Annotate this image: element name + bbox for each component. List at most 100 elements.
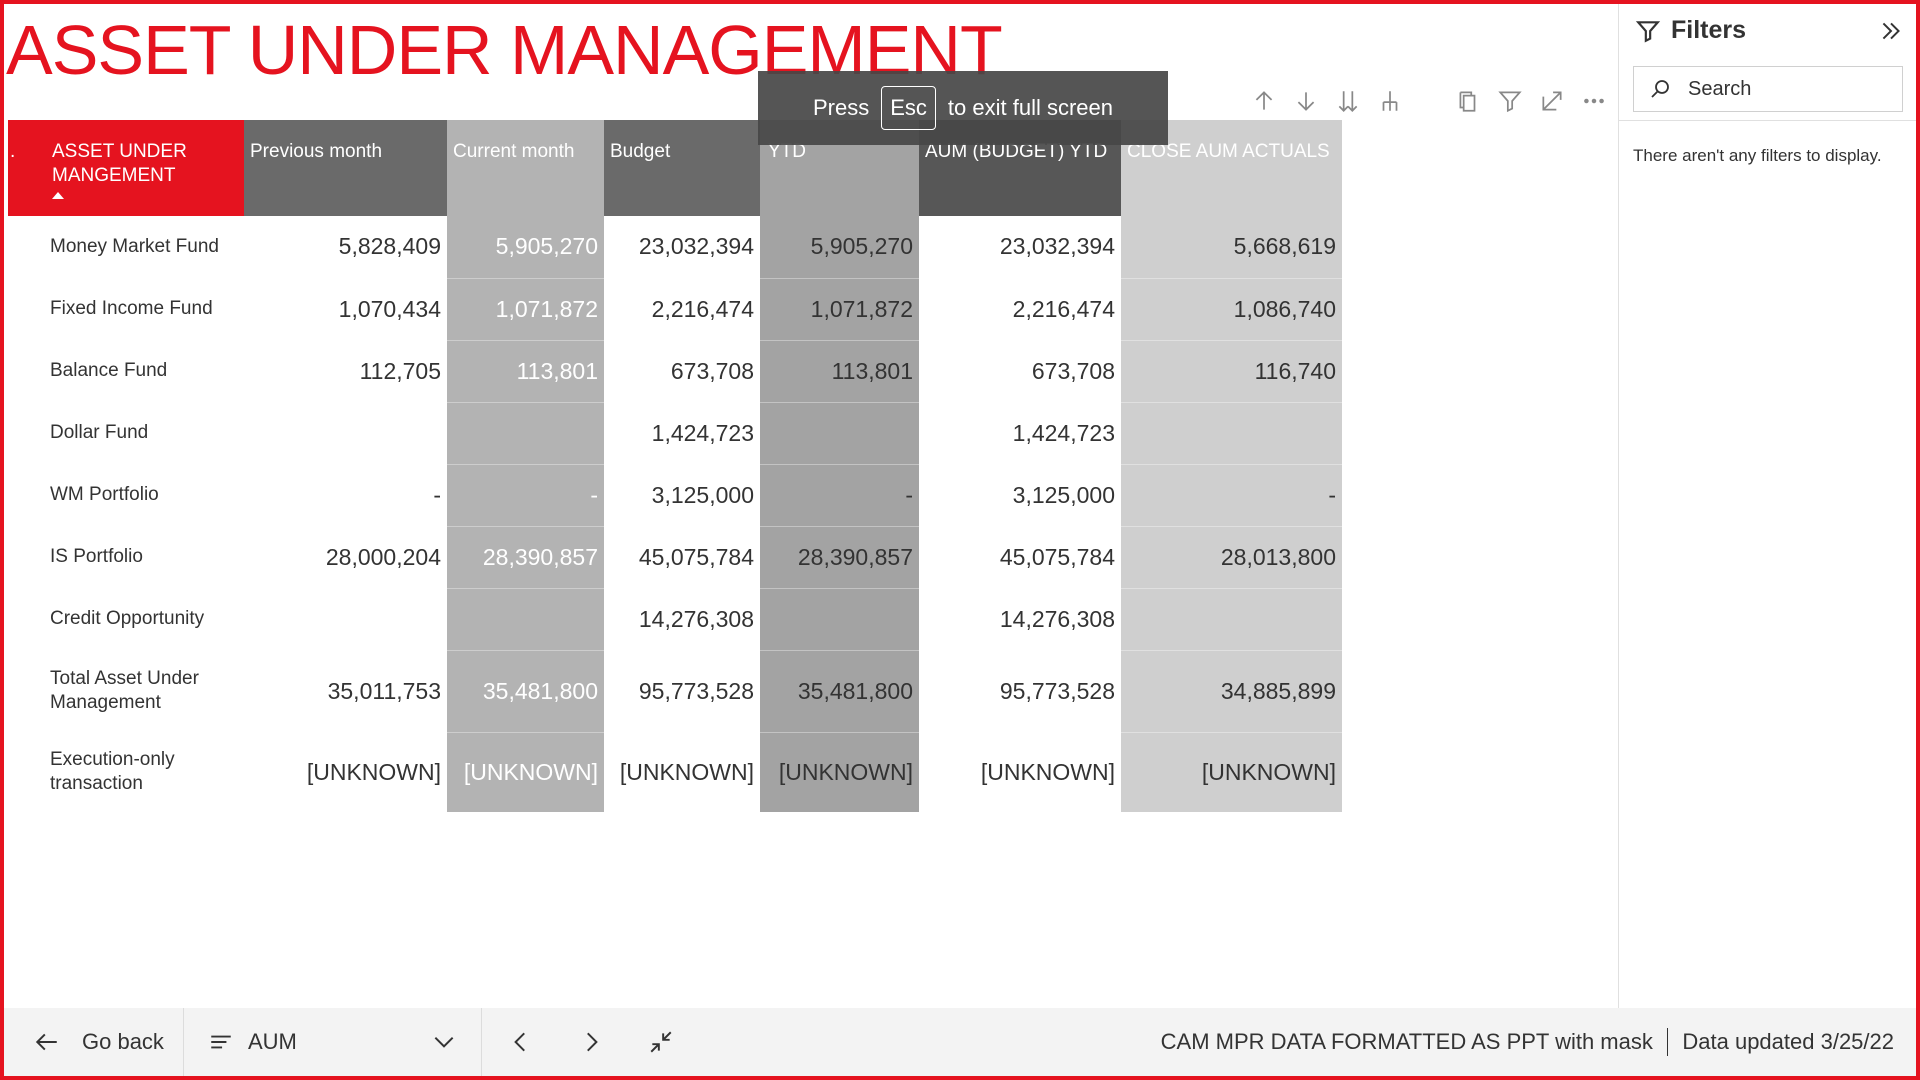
- row-gutter-cell: [8, 402, 44, 465]
- value-cell[interactable]: [1121, 402, 1342, 465]
- value-cell[interactable]: 28,000,204: [244, 526, 447, 589]
- arrow-down-icon[interactable]: [1292, 87, 1320, 115]
- value-cell[interactable]: [UNKNOWN]: [919, 732, 1121, 813]
- value-cell[interactable]: 1,071,872: [447, 278, 604, 341]
- value-cell[interactable]: -: [1121, 464, 1342, 527]
- expand-hierarchy-icon[interactable]: [1376, 87, 1404, 115]
- value-cell[interactable]: 28,390,857: [760, 526, 919, 589]
- row-header-cell[interactable]: WM Portfolio: [44, 464, 244, 527]
- row-header-cell[interactable]: Dollar Fund: [44, 402, 244, 465]
- value-cell[interactable]: 34,885,899: [1121, 650, 1342, 733]
- filter-funnel-icon: [1635, 20, 1661, 43]
- value-cell[interactable]: [UNKNOWN]: [244, 732, 447, 813]
- row-gutter-cell: [8, 526, 44, 589]
- row-gutter-cell: [8, 732, 44, 813]
- value-cell[interactable]: 95,773,528: [604, 650, 760, 733]
- value-cell[interactable]: [244, 402, 447, 465]
- more-options-icon[interactable]: [1580, 87, 1608, 115]
- value-cell[interactable]: 35,011,753: [244, 650, 447, 733]
- value-cell[interactable]: 45,075,784: [604, 526, 760, 589]
- value-cell[interactable]: [244, 588, 447, 651]
- value-cell[interactable]: 28,390,857: [447, 526, 604, 589]
- exit-fullscreen-toast: Press Esc to exit full screen: [758, 71, 1168, 145]
- double-arrow-down-icon[interactable]: [1334, 87, 1362, 115]
- value-cell[interactable]: 112,705: [244, 340, 447, 403]
- filter-search-input[interactable]: [1688, 77, 1888, 101]
- value-cell[interactable]: -: [760, 464, 919, 527]
- value-cell[interactable]: [UNKNOWN]: [760, 732, 919, 813]
- value-cell[interactable]: 113,801: [760, 340, 919, 403]
- value-cell[interactable]: 5,905,270: [447, 216, 604, 279]
- value-cell[interactable]: 1,070,434: [244, 278, 447, 341]
- previous-page-icon[interactable]: [508, 1029, 534, 1055]
- value-cell[interactable]: 3,125,000: [919, 464, 1121, 527]
- row-header-cell[interactable]: Total Asset Under Management: [44, 650, 244, 733]
- toast-press-text: Press: [812, 95, 870, 120]
- collapse-filters-button[interactable]: [1878, 18, 1904, 44]
- value-cell[interactable]: 1,424,723: [919, 402, 1121, 465]
- value-cell[interactable]: 5,668,619: [1121, 216, 1342, 279]
- value-cell[interactable]: [1121, 588, 1342, 651]
- page-selector-dropdown[interactable]: AUM: [184, 1008, 482, 1076]
- value-cell[interactable]: 5,905,270: [760, 216, 919, 279]
- value-cell[interactable]: 23,032,394: [604, 216, 760, 279]
- value-cell[interactable]: -: [447, 464, 604, 527]
- value-cell[interactable]: [UNKNOWN]: [447, 732, 604, 813]
- sort-ascending-icon: [52, 192, 64, 199]
- value-cell[interactable]: 23,032,394: [919, 216, 1121, 279]
- value-cell[interactable]: 116,740: [1121, 340, 1342, 403]
- row-header-cell[interactable]: Money Market Fund: [44, 216, 244, 279]
- row-header-cell[interactable]: Execution-only transaction: [44, 732, 244, 813]
- esc-key-badge: Esc: [881, 86, 936, 130]
- column-header-current-month[interactable]: Current month: [447, 120, 604, 216]
- no-filters-message: There aren't any filters to display.: [1633, 146, 1882, 165]
- column-header-previous-month[interactable]: Previous month: [244, 120, 447, 216]
- value-cell[interactable]: 35,481,800: [447, 650, 604, 733]
- table-row: Dollar Fund 1,424,723 1,424,723: [8, 402, 1342, 465]
- bottom-navigation-bar: Go back AUM CAM MPR DATA FORMATTED AS PP…: [4, 1008, 1916, 1076]
- value-cell[interactable]: 673,708: [604, 340, 760, 403]
- aum-matrix-table: . ASSET UNDER MANGEMENT Previous month C…: [8, 120, 1342, 813]
- value-cell[interactable]: 5,828,409: [244, 216, 447, 279]
- column-header-budget[interactable]: Budget: [604, 120, 760, 216]
- row-header-cell[interactable]: IS Portfolio: [44, 526, 244, 589]
- go-back-label: Go back: [82, 1029, 164, 1054]
- chevron-double-right-icon: [1882, 22, 1900, 40]
- next-page-icon[interactable]: [578, 1029, 604, 1055]
- row-header-cell[interactable]: Fixed Income Fund: [44, 278, 244, 341]
- value-cell[interactable]: [UNKNOWN]: [1121, 732, 1342, 813]
- value-cell[interactable]: 1,424,723: [604, 402, 760, 465]
- value-cell[interactable]: [447, 402, 604, 465]
- value-cell[interactable]: 95,773,528: [919, 650, 1121, 733]
- filter-search-box[interactable]: [1633, 66, 1903, 112]
- focus-mode-icon[interactable]: [1538, 87, 1566, 115]
- value-cell[interactable]: 2,216,474: [604, 278, 760, 341]
- value-cell[interactable]: 14,276,308: [919, 588, 1121, 651]
- value-cell[interactable]: 14,276,308: [604, 588, 760, 651]
- value-cell[interactable]: 673,708: [919, 340, 1121, 403]
- table-row: Credit Opportunity 14,276,308 14,276,308: [8, 588, 1342, 651]
- value-cell[interactable]: [760, 402, 919, 465]
- value-cell[interactable]: -: [244, 464, 447, 527]
- value-cell[interactable]: 28,013,800: [1121, 526, 1342, 589]
- arrow-up-icon[interactable]: [1250, 87, 1278, 115]
- row-header-cell[interactable]: Credit Opportunity: [44, 588, 244, 651]
- value-cell[interactable]: 1,086,740: [1121, 278, 1342, 341]
- row-header-cell[interactable]: Balance Fund: [44, 340, 244, 403]
- go-back-button[interactable]: Go back: [4, 1008, 184, 1076]
- exit-fullscreen-icon[interactable]: [648, 1029, 674, 1055]
- filters-pane: Filters There aren't any filters to disp…: [1618, 4, 1917, 1008]
- value-cell[interactable]: 2,216,474: [919, 278, 1121, 341]
- value-cell[interactable]: 113,801: [447, 340, 604, 403]
- copy-icon[interactable]: [1454, 87, 1482, 115]
- filter-icon[interactable]: [1496, 87, 1524, 115]
- value-cell[interactable]: 3,125,000: [604, 464, 760, 527]
- column-header-asset[interactable]: ASSET UNDER MANGEMENT: [44, 120, 244, 216]
- value-cell[interactable]: 35,481,800: [760, 650, 919, 733]
- value-cell[interactable]: [760, 588, 919, 651]
- value-cell[interactable]: 1,071,872: [760, 278, 919, 341]
- toast-message: to exit full screen: [947, 95, 1113, 120]
- value-cell[interactable]: [447, 588, 604, 651]
- value-cell[interactable]: [UNKNOWN]: [604, 732, 760, 813]
- value-cell[interactable]: 45,075,784: [919, 526, 1121, 589]
